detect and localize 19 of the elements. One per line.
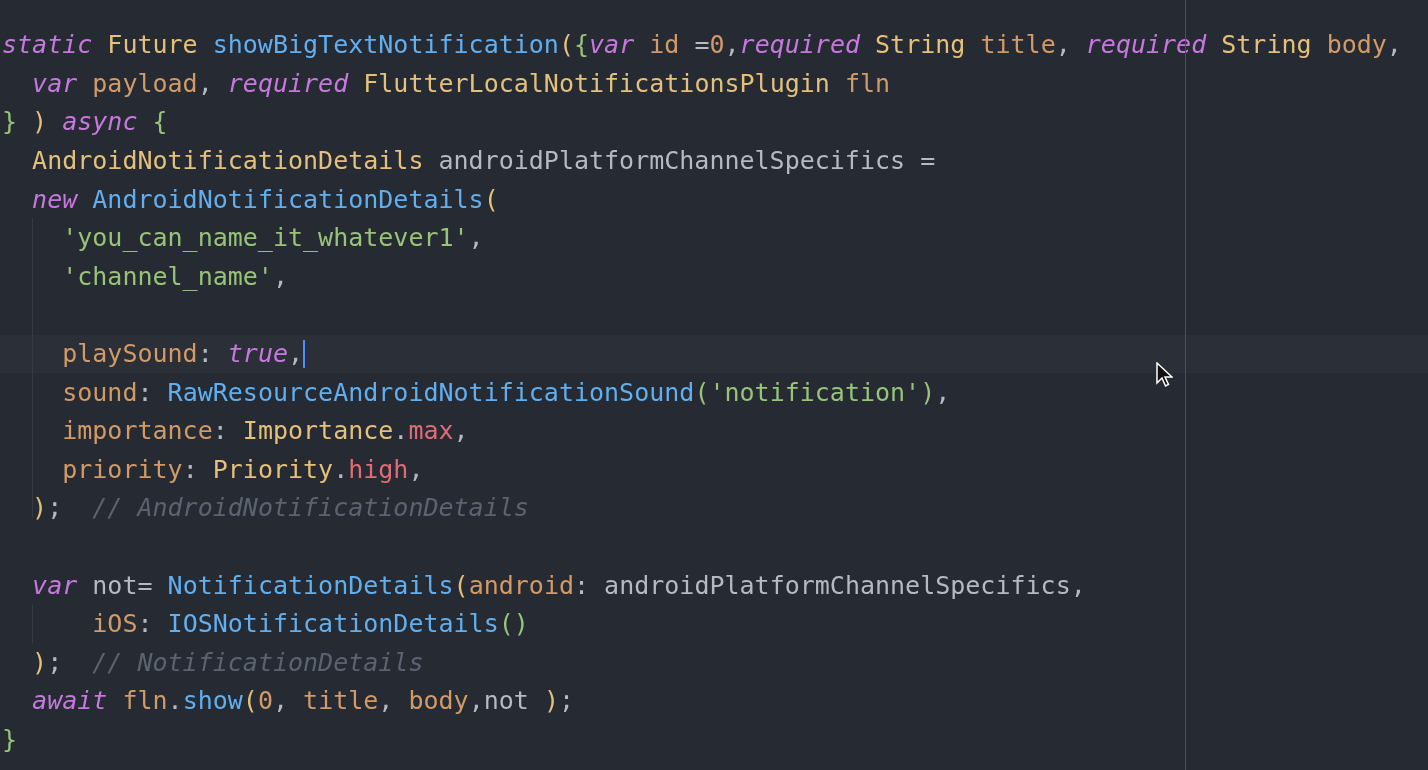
code-line: sound: RawResourceAndroidNotificationSound('notification'), [61, 377, 951, 408]
text-cursor [303, 340, 306, 369]
code-line: 'you_can_name_it_whatever1', [61, 223, 484, 254]
code-line: priority: Priority.high, [61, 454, 424, 485]
code-line: iOS: IOSNotificationDetails() [91, 609, 529, 640]
code-line: playSound: true, [61, 339, 304, 370]
code-line: importance: Importance.max, [61, 416, 469, 447]
code-line: var not= NotificationDetails(android: androidPlatformChannelSpecifics, [31, 570, 1086, 601]
code-line: AndroidNotificationDetails androidPlatformChannelSpecifics = [31, 146, 936, 177]
code-line: ); // AndroidNotificationDetails [31, 493, 529, 524]
code-line: 'channel_name', [61, 261, 288, 292]
code-line: new AndroidNotificationDetails( [31, 184, 499, 215]
code-line: static Future showBigTextNotification({var id =0,required String title, required String body, [2, 30, 1402, 61]
mouse-pointer-icon [1156, 362, 1173, 388]
code-line: } [2, 725, 18, 755]
code-line: ); // NotificationDetails [31, 647, 424, 678]
code-line: await fln.show(0, title, body,not ); [31, 686, 575, 717]
code-line: } ) async { [2, 107, 168, 138]
code-line: var payload, required FlutterLocalNotificationsPlugin fln [31, 68, 891, 99]
